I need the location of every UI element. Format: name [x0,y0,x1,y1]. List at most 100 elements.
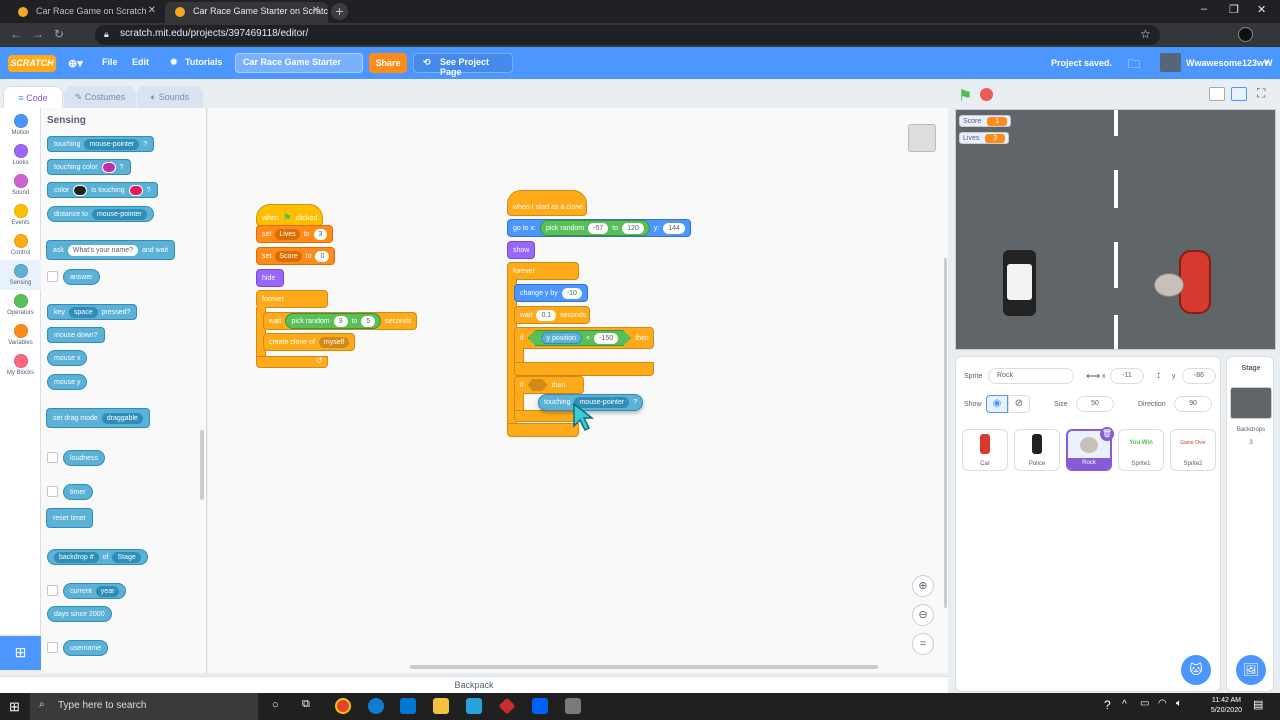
color-swatch[interactable] [101,161,116,173]
touching-color-block[interactable]: touching color? [47,159,131,175]
hide-block[interactable]: hide [256,269,284,287]
add-sprite-button[interactable]: 🐱︎ [1181,655,1211,685]
current-year-checkbox[interactable] [47,585,58,596]
volume-icon[interactable]: 🔈︎ [1176,698,1182,709]
answer-checkbox[interactable] [47,271,58,282]
color-touching-color-block[interactable]: color is touching? [47,182,158,198]
delete-sprite-icon[interactable]: 🗑︎ [1100,427,1114,441]
value-input[interactable]: 3 [333,315,348,327]
chevron-down-icon[interactable]: ▾ [1265,58,1269,67]
profile-avatar[interactable] [1238,27,1253,42]
mouse-y-block[interactable]: mouse y [47,374,88,390]
show-visible-icon[interactable]: ◉ [986,395,1008,413]
minimize-icon[interactable]: – [1201,3,1207,15]
back-icon[interactable]: ← [10,27,22,41]
set-score-block[interactable]: set Score to 0 [256,247,336,265]
if-then-block[interactable]: if y position < -150 then [514,327,654,349]
variable-dropdown[interactable]: Score [275,250,302,262]
y-input[interactable]: -86 [1182,368,1216,384]
drag-mode-dropdown[interactable]: draggable [101,412,143,424]
variable-dropdown[interactable]: Lives [275,228,300,240]
ask-input[interactable]: What's your name? [67,244,138,256]
folder-icon[interactable]: 🗀︎ [1128,55,1140,76]
rock-sprite[interactable] [1154,273,1184,297]
forward-icon[interactable]: → [32,27,44,41]
taskbar-search[interactable]: ⌕ Type here to search [30,693,258,720]
project-title-input[interactable]: Car Race Game Starter [235,53,363,73]
category-looks[interactable]: Looks [0,144,41,166]
edit-menu[interactable]: Edit [132,57,149,67]
reset-timer-block[interactable]: reset timer [46,508,94,528]
close-tab-icon[interactable]: ✕ [148,5,156,16]
show-block[interactable]: show [507,241,535,259]
set-drag-mode-block[interactable]: set drag mode draggable [46,408,150,428]
object-dropdown[interactable]: Stage [112,551,141,563]
loudness-block[interactable]: loudness [63,450,106,466]
touching-dropdown[interactable]: mouse-pointer [84,138,140,150]
zoom-in-button[interactable]: ⊕ [912,575,934,597]
category-control[interactable]: Control [0,234,41,256]
stop-icon[interactable] [980,88,993,101]
taskbar-clock[interactable]: 11:42 AM 5/20/2020 [1211,696,1242,716]
horizontal-scrollbar[interactable] [410,665,878,669]
tab-sounds[interactable]: 🔈︎ Sounds [137,86,203,108]
app-icon[interactable] [565,698,581,714]
distance-dropdown[interactable]: mouse-pointer [91,208,147,220]
file-menu[interactable]: File [102,57,118,67]
close-window-icon[interactable]: ✕ [1257,3,1266,16]
if-then-block[interactable]: if then [514,376,584,394]
key-dropdown[interactable]: space [68,306,98,318]
share-button[interactable]: Share [369,53,407,73]
color-swatch[interactable] [128,184,143,196]
red-car-sprite[interactable] [1179,250,1211,314]
ask-and-wait-block[interactable]: ask What's your name? and wait [46,240,176,260]
value-input[interactable]: 3 [313,228,328,240]
touching-block[interactable]: touching mouse-pointer? [47,136,155,152]
large-stage-icon[interactable] [1231,87,1247,101]
x-input[interactable]: -11 [1110,368,1144,384]
browser-tab[interactable]: Car Race Game on Scratch ✕ [8,2,164,23]
bookmark-star-icon[interactable]: ☆ [1140,27,1151,41]
value-input[interactable]: 0 [315,250,330,262]
vertical-scrollbar[interactable] [944,258,947,608]
clone-dropdown[interactable]: myself [318,336,350,348]
lives-monitor[interactable]: Lives 3 [959,132,1010,144]
file-explorer-icon[interactable] [433,698,449,714]
username-checkbox[interactable] [47,642,58,653]
wifi-icon[interactable]: ◠ [1158,698,1167,709]
value-input[interactable]: 120 [622,222,644,234]
direction-input[interactable]: 90 [1174,396,1212,412]
value-input[interactable]: -10 [561,287,582,299]
globe-icon[interactable]: ⊕▾ [68,57,83,70]
forever-block[interactable]: forever [256,290,328,308]
help-icon[interactable]: ? [1104,698,1111,712]
sprite-card-sprite2[interactable]: Game Over Sprite2 [1170,429,1216,471]
browser-tab-active[interactable]: Car Race Game Starter on Scratch ✕ [165,2,328,23]
zoom-out-button[interactable]: ⊖ [912,604,934,626]
value-input[interactable]: -150 [594,333,618,344]
create-clone-block[interactable]: create clone of myself [263,333,356,351]
empty-condition-slot[interactable] [527,379,548,391]
chrome-icon[interactable] [335,698,351,714]
y-position-reporter[interactable]: y position [541,332,583,344]
when-flag-clicked-block[interactable]: when ⚑ clicked [256,204,324,226]
score-monitor[interactable]: Score 1 [959,115,1012,127]
when-i-start-as-clone-block[interactable]: when I start as a clone [507,190,587,216]
wait-random-block[interactable]: wait pick random 3 to 5 seconds [263,312,418,330]
wait-block[interactable]: wait 0.1 seconds [514,306,590,324]
mail-icon[interactable] [466,698,482,714]
stage-canvas[interactable]: Score 1 Lives 3 [955,109,1276,350]
cortana-icon[interactable]: ○ [272,699,279,711]
timer-checkbox[interactable] [47,486,58,497]
add-extension-button[interactable]: ⊞ [0,636,41,670]
category-operators[interactable]: Operators [0,294,41,316]
category-variables[interactable]: Variables [0,324,41,346]
category-my-blocks[interactable]: My Blocks [0,354,41,376]
less-than-operator[interactable]: y position < -150 [528,330,632,346]
dropbox-icon[interactable] [532,698,548,714]
go-to-xy-block[interactable]: go to x: pick random -57 to 120 y: 144 [507,219,691,237]
new-tab-button[interactable]: + [331,3,348,20]
color-swatch[interactable] [73,184,88,196]
small-stage-icon[interactable] [1209,87,1225,101]
change-y-by-block[interactable]: change y by -10 [514,284,588,302]
